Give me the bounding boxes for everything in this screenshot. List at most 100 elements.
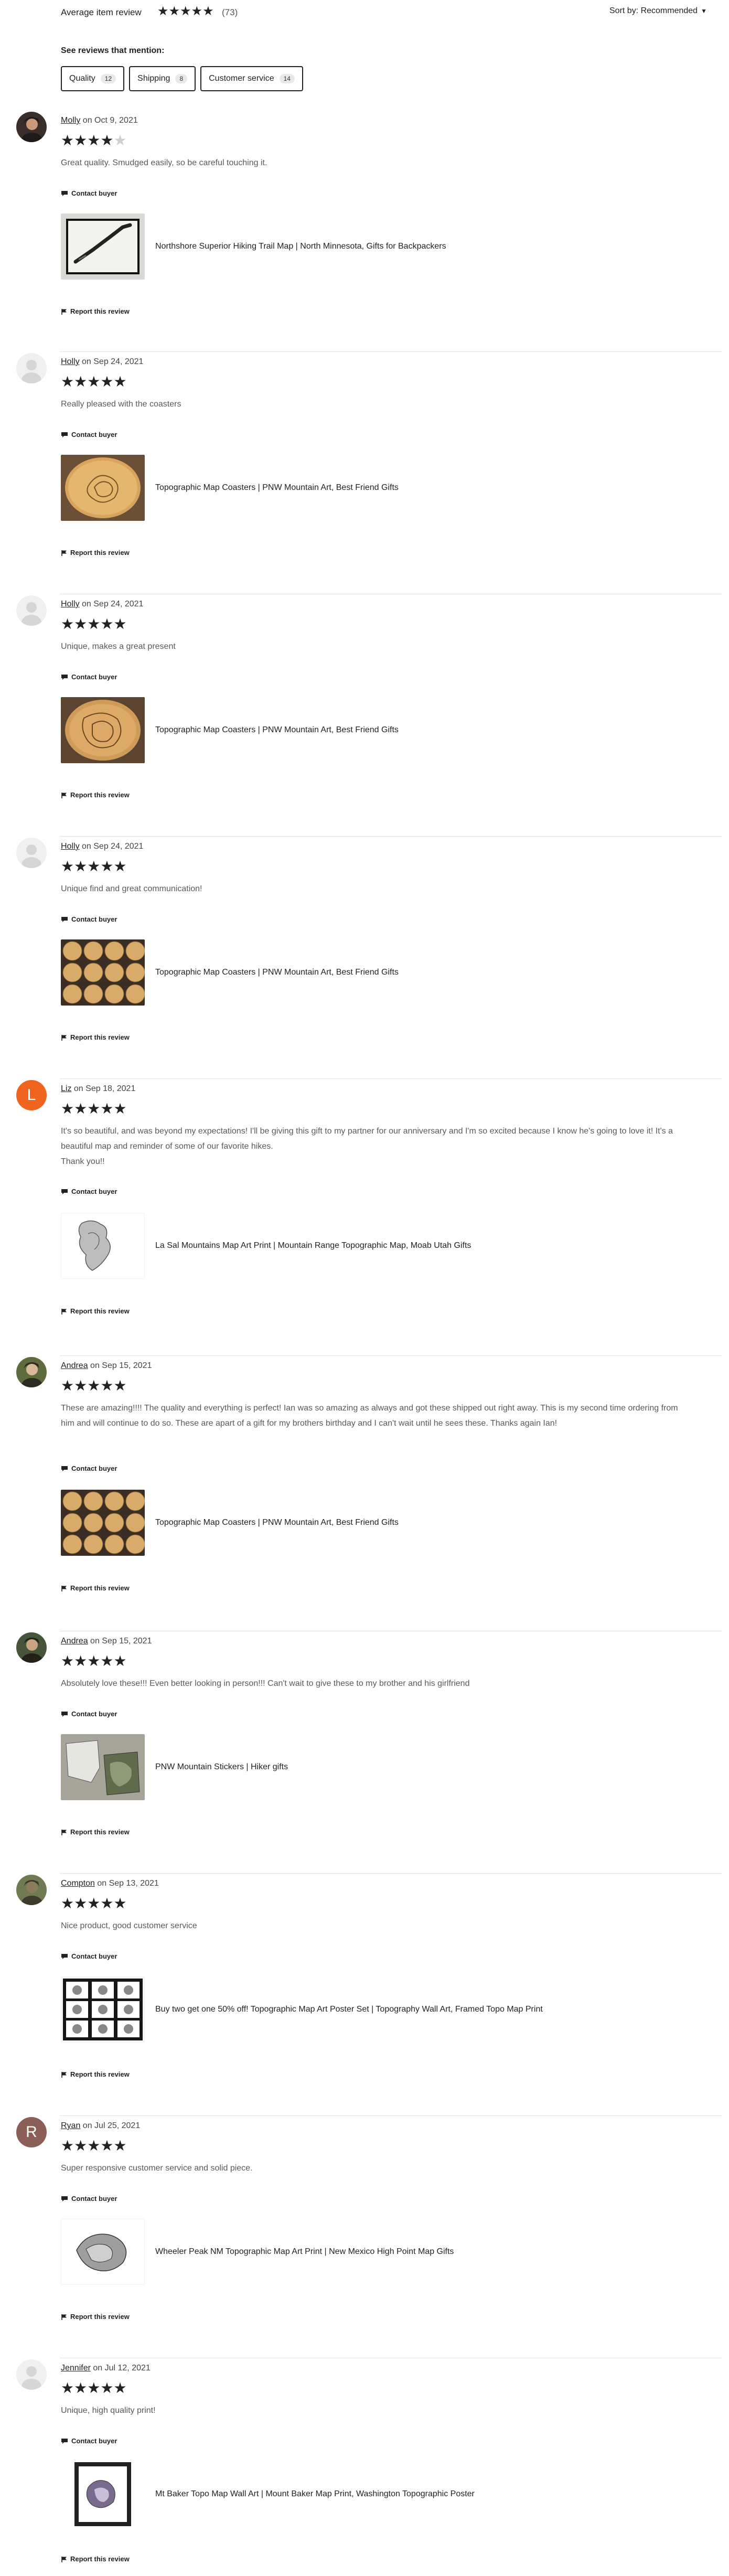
report-review-button[interactable]: Report this review [61, 1307, 130, 1315]
listing-link[interactable]: Buy two get one 50% off! Topographic Map… [61, 1976, 575, 2043]
product-image [61, 1976, 145, 2043]
star-icon: ★ [61, 1895, 74, 1911]
reviewer-name[interactable]: Jennifer [61, 2364, 91, 2372]
listing-title[interactable]: Topographic Map Coasters | PNW Mountain … [155, 966, 575, 979]
listing-thumbnail[interactable] [61, 1734, 145, 1800]
contact-buyer-button[interactable]: Contact buyer [61, 1465, 117, 1472]
listing-title[interactable]: Topographic Map Coasters | PNW Mountain … [155, 1516, 575, 1530]
reviewer-name[interactable]: Holly [61, 357, 80, 366]
reviewer-name[interactable]: Compton [61, 1879, 95, 1888]
avatar[interactable]: R [16, 2117, 47, 2147]
contact-buyer-button[interactable]: Contact buyer [61, 1188, 117, 1195]
avatar[interactable] [16, 595, 47, 626]
avatar[interactable] [16, 1632, 47, 1663]
star-icon: ★ [100, 373, 114, 390]
default-user-icon [22, 602, 41, 626]
report-review-button[interactable]: Report this review [61, 549, 130, 557]
listing-thumbnail[interactable] [61, 939, 145, 1006]
review-meta: Andrea on Sep 15, 2021 [61, 1637, 152, 1646]
listing-link[interactable]: La Sal Mountains Map Art Print | Mountai… [61, 1213, 575, 1279]
avatar[interactable] [16, 1875, 47, 1905]
report-review-button[interactable]: Report this review [61, 2070, 130, 2078]
avatar-letter: L [27, 1086, 36, 1104]
contact-buyer-button[interactable]: Contact buyer [61, 2195, 117, 2203]
listing-thumbnail[interactable] [61, 1976, 145, 2043]
star-icon: ★ [100, 2137, 114, 2154]
listing-title[interactable]: La Sal Mountains Map Art Print | Mountai… [155, 1239, 575, 1253]
listing-thumbnail[interactable] [61, 2461, 145, 2527]
listing-link[interactable]: Topographic Map Coasters | PNW Mountain … [61, 1490, 575, 1556]
report-review-button[interactable]: Report this review [61, 1584, 130, 1592]
reviewer-name[interactable]: Molly [61, 116, 80, 125]
listing-title[interactable]: PNW Mountain Stickers | Hiker gifts [155, 1760, 575, 1774]
listing-thumbnail[interactable] [61, 1213, 145, 1279]
contact-buyer-button[interactable]: Contact buyer [61, 1710, 117, 1718]
listing-title[interactable]: Northshore Superior Hiking Trail Map | N… [155, 240, 575, 253]
filter-chip-quality[interactable]: Quality 12 [61, 66, 125, 91]
listing-thumbnail[interactable] [61, 213, 145, 280]
listing-link[interactable]: Topographic Map Coasters | PNW Mountain … [61, 455, 575, 521]
listing-link[interactable]: Topographic Map Coasters | PNW Mountain … [61, 939, 575, 1006]
contact-buyer-button[interactable]: Contact buyer [61, 189, 117, 197]
review-stars: ★ ★ ★ ★ ★ [61, 859, 127, 874]
filter-chip-customer-service[interactable]: Customer service 14 [200, 66, 303, 91]
listing-title[interactable]: Mt Baker Topo Map Wall Art | Mount Baker… [155, 2487, 575, 2501]
listing-thumbnail[interactable] [61, 697, 145, 763]
contact-buyer-button[interactable]: Contact buyer [61, 2437, 117, 2445]
star-icon: ★ [61, 1100, 74, 1117]
listing-title[interactable]: Buy two get one 50% off! Topographic Map… [155, 2003, 575, 2016]
star-icon: ★ [87, 1895, 101, 1911]
avatar[interactable]: L [16, 1080, 47, 1110]
contact-buyer-button[interactable]: Contact buyer [61, 1952, 117, 1960]
listing-title[interactable]: Topographic Map Coasters | PNW Mountain … [155, 723, 575, 737]
review-date: on Sep 18, 2021 [71, 1084, 136, 1093]
contact-buyer-button[interactable]: Contact buyer [61, 673, 117, 681]
user-photo-icon [22, 1880, 42, 1905]
star-icon: ★ [100, 1653, 114, 1669]
report-label: Report this review [70, 2313, 130, 2321]
avatar[interactable] [16, 1357, 47, 1387]
star-icon: ★ [87, 858, 101, 874]
report-review-button[interactable]: Report this review [61, 791, 130, 799]
sort-dropdown[interactable]: Sort by: Recommended ▼ [609, 6, 707, 16]
listing-thumbnail[interactable] [61, 1490, 145, 1556]
flag-icon [61, 792, 67, 798]
avatar[interactable] [16, 2359, 47, 2390]
reviewer-name[interactable]: Holly [61, 842, 80, 851]
message-icon [61, 1711, 68, 1717]
avatar[interactable] [16, 838, 47, 868]
avatar[interactable] [16, 353, 47, 383]
listing-link[interactable]: Wheeler Peak NM Topographic Map Art Prin… [61, 2219, 575, 2285]
listing-link[interactable]: PNW Mountain Stickers | Hiker gifts [61, 1734, 575, 1800]
report-review-button[interactable]: Report this review [61, 1828, 130, 1836]
reviewer-name[interactable]: Liz [61, 1084, 71, 1093]
review-divider [60, 1078, 722, 1079]
caret-down-icon: ▼ [701, 7, 707, 15]
star-icon: ★ [100, 1100, 114, 1117]
listing-thumbnail[interactable] [61, 455, 145, 521]
contact-buyer-button[interactable]: Contact buyer [61, 431, 117, 439]
star-icon: ★ [87, 2380, 101, 2396]
listing-thumbnail[interactable] [61, 2219, 145, 2285]
average-rating-stars: ★ ★ ★ ★ ★ [157, 5, 214, 18]
report-review-button[interactable]: Report this review [61, 307, 130, 315]
report-review-button[interactable]: Report this review [61, 2555, 130, 2563]
listing-link[interactable]: Northshore Superior Hiking Trail Map | N… [61, 213, 575, 280]
avatar[interactable] [16, 112, 47, 142]
listing-link[interactable]: Mt Baker Topo Map Wall Art | Mount Baker… [61, 2461, 575, 2527]
report-review-button[interactable]: Report this review [61, 1033, 130, 1041]
reviewer-name[interactable]: Andrea [61, 1361, 88, 1370]
contact-buyer-button[interactable]: Contact buyer [61, 915, 117, 923]
filter-chip-shipping[interactable]: Shipping 8 [129, 66, 196, 91]
listing-link[interactable]: Topographic Map Coasters | PNW Mountain … [61, 697, 575, 763]
report-review-button[interactable]: Report this review [61, 2313, 130, 2321]
average-rating-label: Average item review [61, 7, 142, 17]
listing-title[interactable]: Topographic Map Coasters | PNW Mountain … [155, 481, 575, 495]
report-label: Report this review [70, 1828, 130, 1836]
flag-icon [61, 2314, 67, 2320]
reviewer-name[interactable]: Andrea [61, 1637, 88, 1645]
reviewer-name[interactable]: Ryan [61, 2121, 80, 2130]
listing-title[interactable]: Wheeler Peak NM Topographic Map Art Prin… [155, 2245, 575, 2259]
reviewer-name[interactable]: Holly [61, 600, 80, 608]
review-text: These are amazing!!!! The quality and ev… [61, 1404, 678, 1428]
